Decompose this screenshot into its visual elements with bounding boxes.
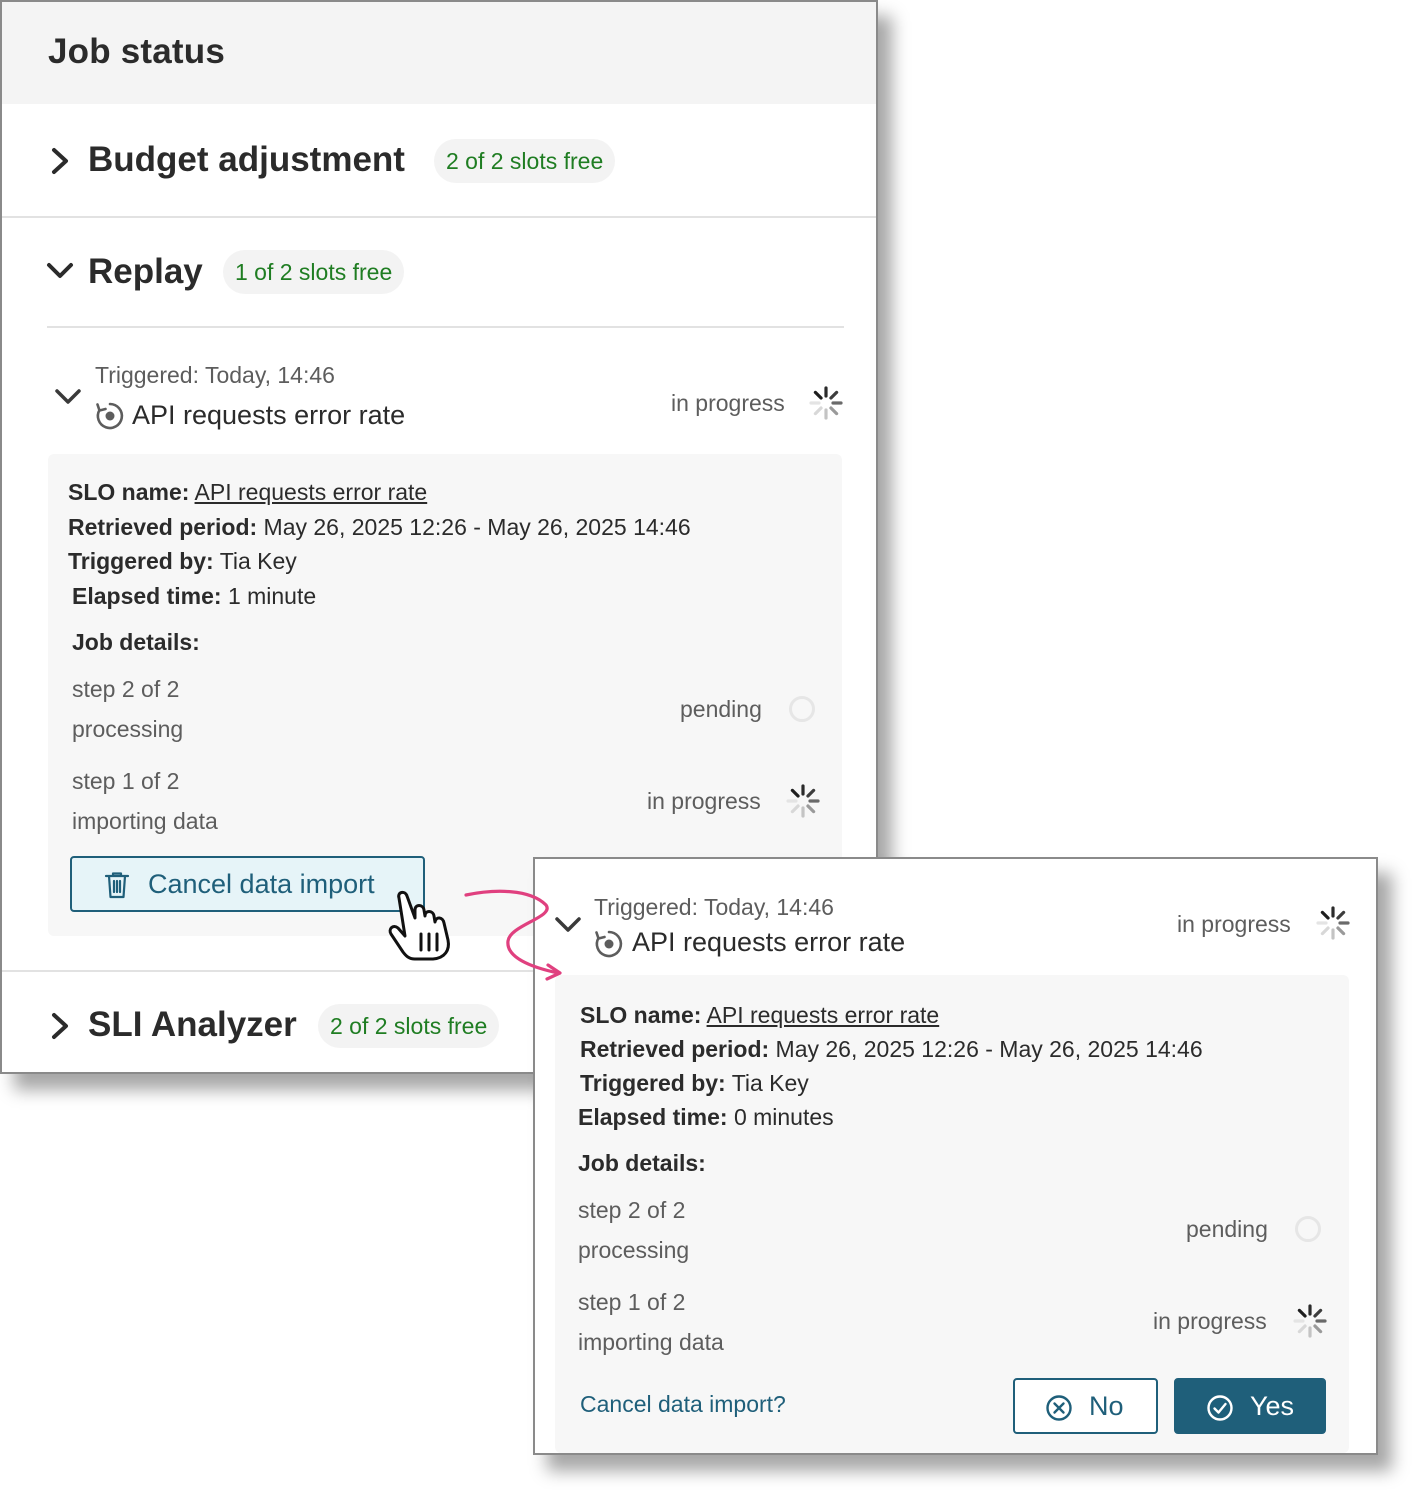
cancel-confirmation-panel: Triggered: Today, 14:46 API requests err…	[533, 857, 1378, 1455]
section-title-sli-analyzer[interactable]: SLI Analyzer	[88, 1005, 297, 1045]
cancel-data-import-label: Cancel data import	[148, 869, 375, 899]
elapsed-time-row: Elapsed time: 0 minutes	[578, 1104, 834, 1130]
cancel-data-import-button[interactable]: Cancel data import	[70, 856, 425, 912]
yes-button-label: Yes	[1250, 1391, 1295, 1421]
replay-icon	[96, 402, 124, 430]
spinner-icon	[1316, 906, 1350, 940]
slots-badge-replay: 1 of 2 slots free	[223, 250, 405, 294]
triggered-by-row: Triggered by: Tia Key	[68, 548, 297, 574]
step-status-text: in progress	[1153, 1308, 1267, 1334]
panel-header: Job status	[2, 2, 876, 104]
job-details-label: Job details:	[578, 1150, 706, 1176]
spinner-icon	[1293, 1304, 1327, 1338]
slo-name-link[interactable]: API requests error rate	[707, 1002, 940, 1028]
chevron-right-icon[interactable]	[50, 147, 70, 175]
yes-button[interactable]: Yes	[1174, 1378, 1326, 1434]
job-name[interactable]: API requests error rate	[132, 400, 405, 431]
section-title-budget-adjustment[interactable]: Budget adjustment	[88, 140, 405, 180]
retrieved-period-row: Retrieved period: May 26, 2025 12:26 - M…	[68, 514, 691, 540]
pending-circle-icon	[1295, 1216, 1321, 1242]
chevron-down-icon[interactable]	[46, 260, 74, 282]
no-button-label: No	[1089, 1391, 1124, 1421]
slots-badge-budget-adjustment: 2 of 2 slots free	[434, 139, 616, 183]
pending-circle-icon	[789, 696, 815, 722]
job-triggered-time: Triggered: Today, 14:46	[95, 362, 335, 388]
step-label: step 1 of 2	[72, 768, 180, 794]
step-description: processing	[578, 1237, 690, 1263]
step-label: step 2 of 2	[578, 1197, 686, 1223]
hand-pointer-cursor-icon	[388, 890, 450, 961]
retrieved-period-row: Retrieved period: May 26, 2025 12:26 - M…	[580, 1036, 1203, 1062]
no-button[interactable]: No	[1013, 1378, 1158, 1434]
job-triggered-time: Triggered: Today, 14:46	[594, 894, 834, 920]
slo-name-link[interactable]: API requests error rate	[195, 479, 428, 505]
step-status-text: pending	[680, 696, 762, 722]
spinner-icon	[786, 784, 820, 818]
page-title: Job status	[48, 32, 226, 71]
chevron-right-icon[interactable]	[50, 1012, 70, 1040]
step-status-text: pending	[1186, 1216, 1268, 1242]
slo-name-row: SLO name: API requests error rate	[68, 479, 428, 505]
trash-icon	[104, 872, 130, 899]
job-details-label: Job details:	[72, 629, 200, 655]
job-name[interactable]: API requests error rate	[632, 927, 905, 958]
job-status-text: in progress	[1177, 911, 1291, 937]
triggered-by-row: Triggered by: Tia Key	[580, 1070, 809, 1096]
step-label: step 2 of 2	[72, 676, 180, 702]
transition-arrow-icon	[464, 889, 562, 981]
step-status-text: in progress	[647, 788, 761, 814]
divider	[2, 216, 876, 218]
slo-name-row: SLO name: API requests error rate	[580, 1002, 940, 1028]
step-label: step 1 of 2	[578, 1289, 686, 1315]
section-title-replay[interactable]: Replay	[88, 252, 203, 292]
elapsed-time-row: Elapsed time: 1 minute	[72, 583, 317, 609]
step-description: importing data	[578, 1329, 724, 1355]
replay-icon	[595, 930, 623, 958]
chevron-down-icon[interactable]	[54, 387, 82, 407]
spinner-icon	[809, 386, 843, 420]
check-circle-icon	[1207, 1395, 1233, 1421]
job-status-text: in progress	[671, 390, 785, 416]
divider	[47, 326, 844, 328]
cancel-confirmation-question: Cancel data import?	[580, 1391, 786, 1417]
slots-badge-sli-analyzer: 2 of 2 slots free	[318, 1004, 500, 1048]
step-description: processing	[72, 716, 184, 742]
step-description: importing data	[72, 808, 218, 834]
close-circle-icon	[1046, 1395, 1072, 1421]
